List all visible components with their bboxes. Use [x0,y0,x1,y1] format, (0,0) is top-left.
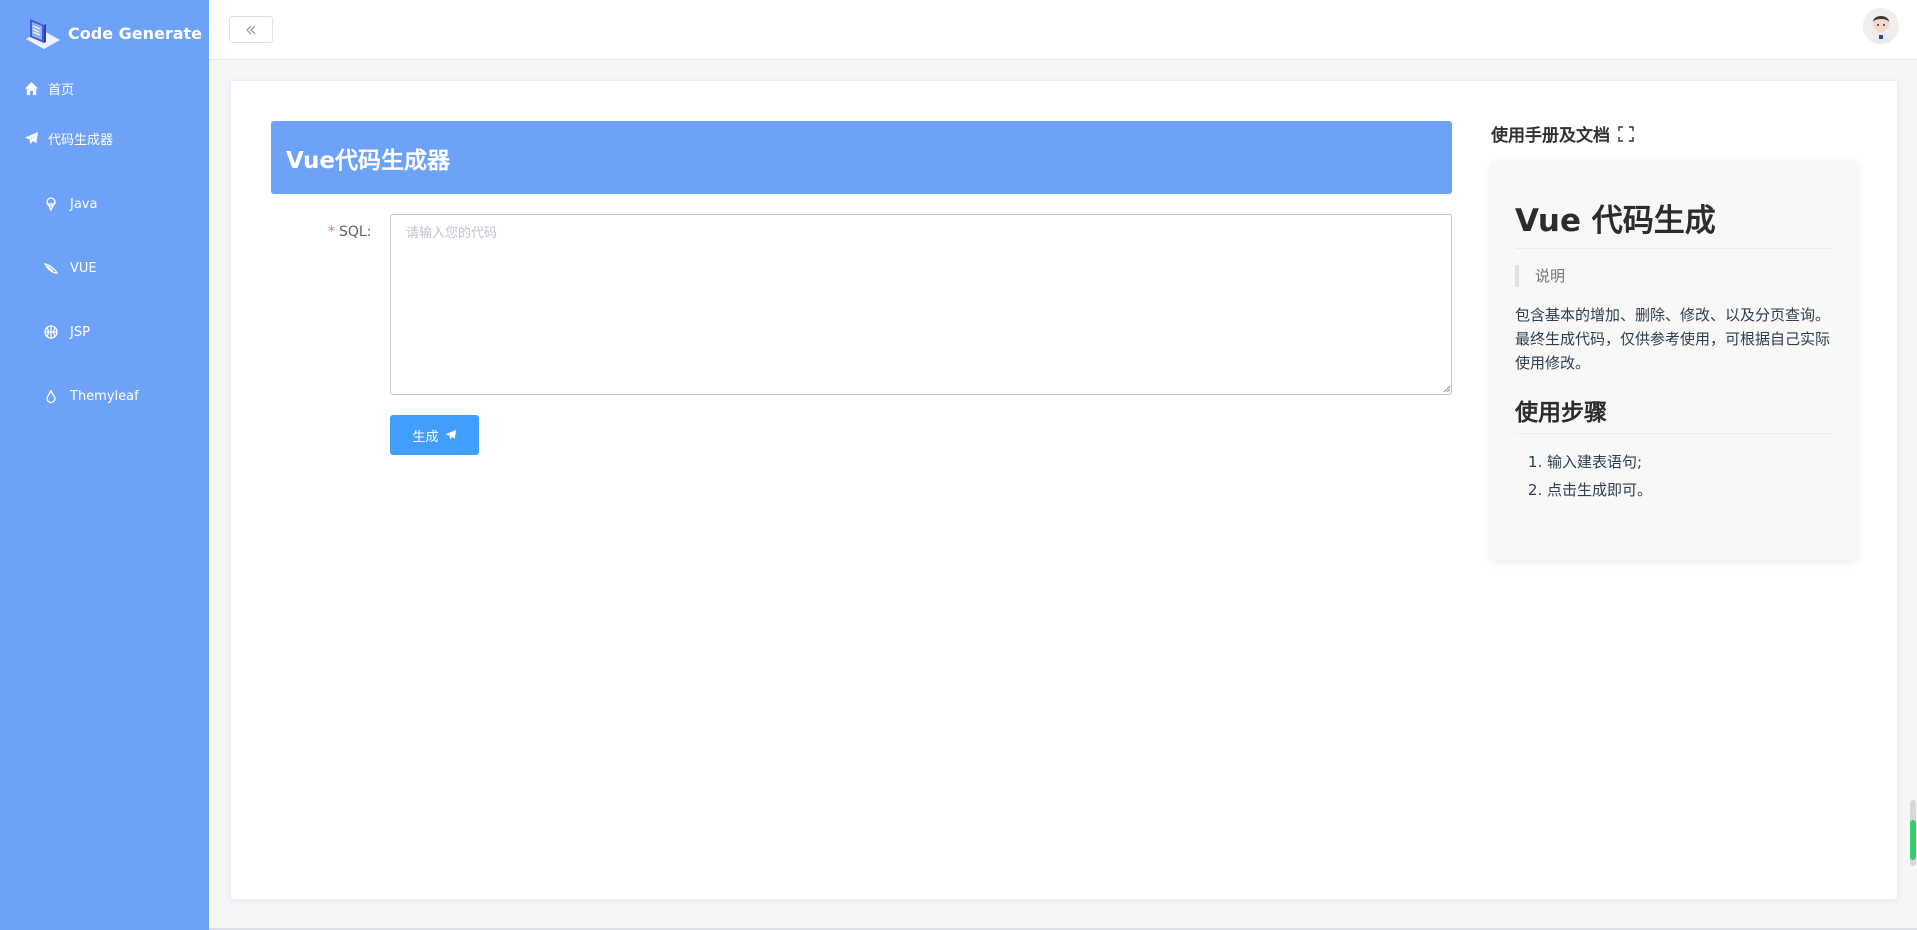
sql-field-label: * SQL: [328,224,371,240]
brand[interactable]: Code Generate [0,0,209,66]
resize-grip-icon[interactable] [1441,383,1451,393]
sidebar-item-home[interactable]: 首页 [0,66,209,110]
top-header [209,0,1917,60]
paper-plane-icon [445,429,456,440]
paper-plane-icon [22,129,40,147]
laptop-code-logo-icon [26,19,60,49]
docs-heading: 使用手册及文档 [1491,121,1634,146]
coffee-icon [42,195,60,213]
docs-panel: Vue 代码生成 说明 包含基本的增加、删除、修改、以及分页查询。 最终生成代码… [1491,161,1857,560]
docs-steps-heading: 使用步骤 [1515,393,1833,434]
required-mark: * [328,224,335,240]
docs-quote: 说明 [1515,265,1833,287]
sidebar: Code Generate 首页 代码生成器 Java VUE JSP Them… [0,0,209,930]
docs-paragraph: 最终生成代码，仅供参考使用，可根据自己实际使用修改。 [1515,330,1831,372]
sidebar-item-label: 代码生成器 [48,132,114,148]
scrollbar-thumb[interactable] [1910,820,1916,860]
vue-icon [42,259,60,277]
brand-title: Code Generate [68,23,203,43]
home-icon [22,79,40,97]
sidebar-item-jsp[interactable]: JSP [0,300,209,364]
sidebar-item-vue[interactable]: VUE [0,236,209,300]
docs-title: Vue 代码生成 [1515,195,1833,249]
sql-input[interactable] [390,214,1452,395]
avatar[interactable] [1863,8,1899,44]
sidebar-item-label: Themyleaf [70,388,139,404]
leaf-drop-icon [42,387,60,405]
docs-description: 包含基本的增加、删除、修改、以及分页查询。 最终生成代码，仅供参考使用，可根据自… [1515,303,1833,375]
sidebar-item-label: 首页 [48,82,75,98]
sql-label-text: SQL: [339,224,372,240]
basketball-icon [42,323,60,341]
sidebar-item-label: Java [70,196,98,212]
fullscreen-icon[interactable] [1618,125,1634,142]
page-title-banner: Vue代码生成器 [271,121,1452,194]
page-title: Vue代码生成器 [286,147,450,174]
list-item: 输入建表语句; [1547,448,1833,476]
docs-heading-text: 使用手册及文档 [1491,126,1610,146]
main-content-card: Vue代码生成器 *SQL: 生成 使用手册及文档 Vue 代码生成 说明 包含… [230,80,1898,900]
docs-paragraph: 包含基本的增加、删除、修改、以及分页查询。 [1515,306,1831,324]
sidebar-item-themyleaf[interactable]: Themyleaf [0,364,209,428]
sidebar-item-label: VUE [70,260,97,276]
sidebar-item-label: JSP [70,324,90,340]
sidebar-item-java[interactable]: Java [0,172,209,236]
list-item: 点击生成即可。 [1547,476,1833,504]
sidebar-item-code-generator[interactable]: 代码生成器 [0,110,209,166]
generate-button-label: 生成 [412,429,439,445]
double-chevron-left-icon [246,25,256,34]
collapse-sidebar-button[interactable] [229,16,273,43]
generate-button[interactable]: 生成 [390,415,479,455]
docs-steps-list: 输入建表语句; 点击生成即可。 [1515,448,1833,504]
